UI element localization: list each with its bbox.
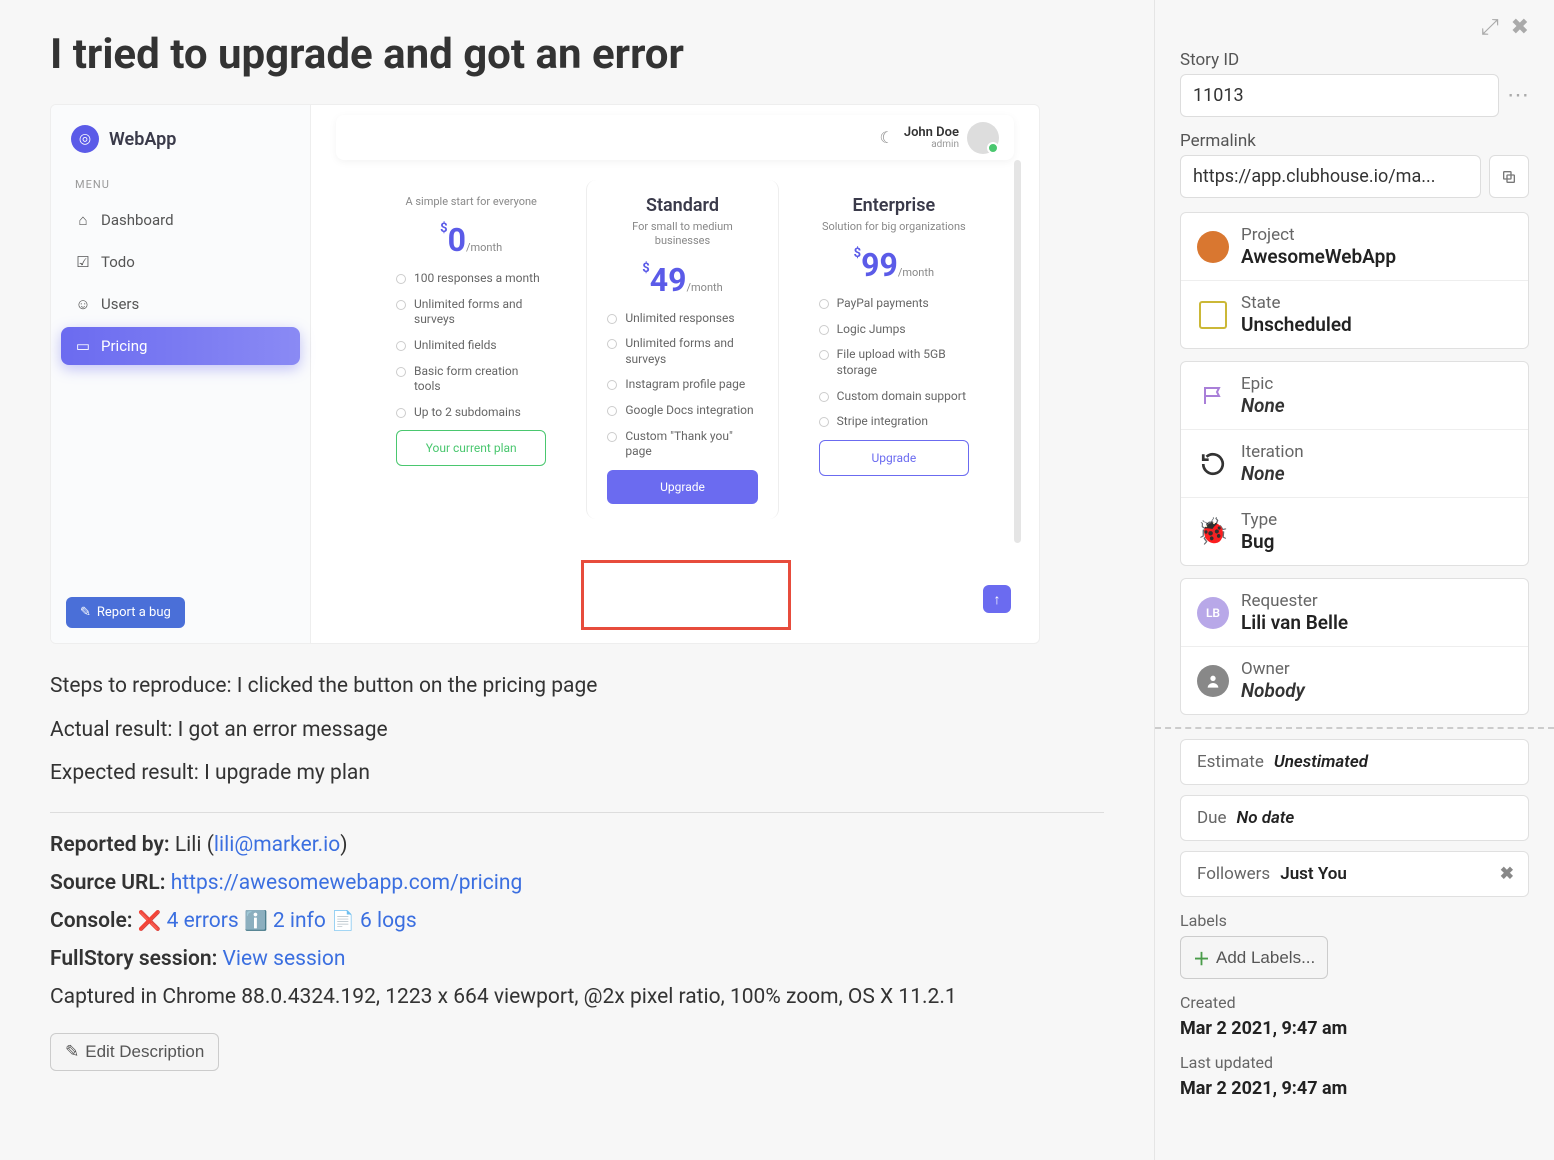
console-errors-link[interactable]: 4 errors: [167, 909, 239, 933]
iteration-field[interactable]: IterationNone: [1181, 429, 1528, 497]
divider: [50, 812, 1104, 813]
state-icon: [1199, 301, 1227, 329]
description: Steps to reproduce: I clicked the button…: [50, 669, 1104, 792]
capture-info: Captured in Chrome 88.0.4324.192, 1223 x…: [50, 985, 1104, 1009]
view-session-link[interactable]: View session: [223, 947, 346, 971]
expected-result: Expected result: I upgrade my plan: [50, 756, 1104, 792]
bug-icon: 🐞: [1197, 516, 1229, 548]
page-icon: 📄: [331, 909, 355, 932]
type-field[interactable]: 🐞 TypeBug: [1181, 497, 1528, 565]
story-title: I tried to upgrade and got an error: [50, 30, 1104, 79]
nav-todo: ☑Todo: [61, 243, 300, 281]
requester-avatar: LB: [1197, 597, 1229, 629]
source-url-link[interactable]: https://awesomewebapp.com/pricing: [171, 871, 523, 895]
user-avatar: [967, 122, 999, 154]
app-logo-icon: ◎: [71, 125, 99, 153]
state-field[interactable]: StateUnscheduled: [1181, 280, 1528, 348]
report-bug-widget: ✎Report a bug: [66, 597, 185, 628]
owner-avatar-icon: [1197, 665, 1229, 697]
followers-field[interactable]: Followers Just You ✖: [1180, 851, 1529, 897]
user-icon: ☺: [75, 296, 91, 312]
source-url: Source URL: https://awesomewebapp.com/pr…: [50, 871, 1104, 895]
upgrade-standard-button: Upgrade: [607, 470, 757, 504]
due-field[interactable]: Due No date: [1180, 795, 1529, 841]
labels-label: Labels: [1180, 911, 1529, 930]
fullstory-session: FullStory session: View session: [50, 947, 1104, 971]
close-icon[interactable]: ✖: [1511, 15, 1529, 40]
x-icon: ❌: [138, 909, 162, 932]
menu-label: MENU: [75, 178, 286, 191]
actual-result: Actual result: I got an error message: [50, 713, 1104, 749]
project-color-icon: [1197, 231, 1229, 263]
plan-free: A simple start for everyone $0/month 100…: [376, 180, 566, 519]
owner-field[interactable]: OwnerNobody: [1181, 646, 1528, 714]
pencil-icon: ✎: [65, 1042, 79, 1062]
flag-icon: [1197, 380, 1229, 412]
permalink-input[interactable]: https://app.clubhouse.io/ma...: [1180, 155, 1481, 198]
console-logs-link[interactable]: 6 logs: [360, 909, 417, 933]
pencil-icon: ✎: [80, 605, 91, 620]
edit-description-button[interactable]: ✎ Edit Description: [50, 1033, 219, 1071]
updated-label: Last updated: [1180, 1053, 1529, 1072]
plan-enterprise: Enterprise Solution for big organization…: [799, 180, 989, 519]
nav-users: ☺Users: [61, 285, 300, 323]
steps-to-reproduce: Steps to reproduce: I clicked the button…: [50, 669, 1104, 705]
scroll-top-button: ↑: [983, 585, 1011, 613]
user-role: admin: [904, 139, 959, 150]
console-summary: Console: ❌ 4 errors ℹ️ 2 info 📄 6 logs: [50, 909, 1104, 933]
add-labels-button[interactable]: ＋ Add Labels...: [1180, 936, 1328, 979]
current-plan-button: Your current plan: [396, 430, 546, 466]
card-icon: ▭: [75, 338, 91, 354]
moon-icon: ☾: [879, 128, 893, 147]
cycle-icon: [1197, 448, 1229, 480]
attached-screenshot[interactable]: ◎ WebApp MENU ⌂Dashboard ☑Todo ☺Users ▭P…: [50, 104, 1040, 644]
remove-follower-icon[interactable]: ✖: [1500, 864, 1514, 884]
ss-topbar: ☾ John Doe admin: [336, 115, 1014, 160]
upgrade-enterprise-button: Upgrade: [819, 440, 969, 476]
plus-icon: ＋: [1193, 945, 1210, 970]
expand-icon[interactable]: ⤢: [1481, 15, 1499, 40]
story-id-input[interactable]: 11013: [1180, 74, 1499, 117]
epic-field[interactable]: EpicNone: [1181, 362, 1528, 429]
reporter-email-link[interactable]: lili@marker.io: [214, 833, 340, 857]
plan-standard: Standard For small to medium businesses …: [586, 180, 778, 519]
ss-sidebar: ◎ WebApp MENU ⌂Dashboard ☑Todo ☺Users ▭P…: [51, 105, 311, 643]
permalink-label: Permalink: [1180, 131, 1529, 151]
requester-field[interactable]: LB RequesterLili van Belle: [1181, 579, 1528, 646]
created-label: Created: [1180, 993, 1529, 1012]
info-icon: ℹ️: [244, 909, 268, 932]
nav-pricing: ▭Pricing: [61, 327, 300, 365]
reported-by: Reported by: Lili (lili@marker.io): [50, 833, 1104, 857]
created-value: Mar 2 2021, 9:47 am: [1180, 1018, 1529, 1039]
estimate-field[interactable]: Estimate Unestimated: [1180, 739, 1529, 785]
more-actions-icon[interactable]: ⋯: [1507, 74, 1529, 117]
console-info-link[interactable]: 2 info: [273, 909, 326, 933]
user-name: John Doe: [904, 126, 959, 139]
updated-value: Mar 2 2021, 9:47 am: [1180, 1078, 1529, 1099]
nav-dashboard: ⌂Dashboard: [61, 201, 300, 239]
home-icon: ⌂: [75, 212, 91, 228]
check-icon: ☑: [75, 254, 91, 270]
ss-logo: ◎ WebApp: [71, 125, 290, 153]
app-name: WebApp: [109, 129, 176, 150]
copy-permalink-button[interactable]: [1489, 155, 1529, 198]
project-field[interactable]: ProjectAwesomeWebApp: [1181, 213, 1528, 280]
story-id-label: Story ID: [1180, 50, 1529, 70]
